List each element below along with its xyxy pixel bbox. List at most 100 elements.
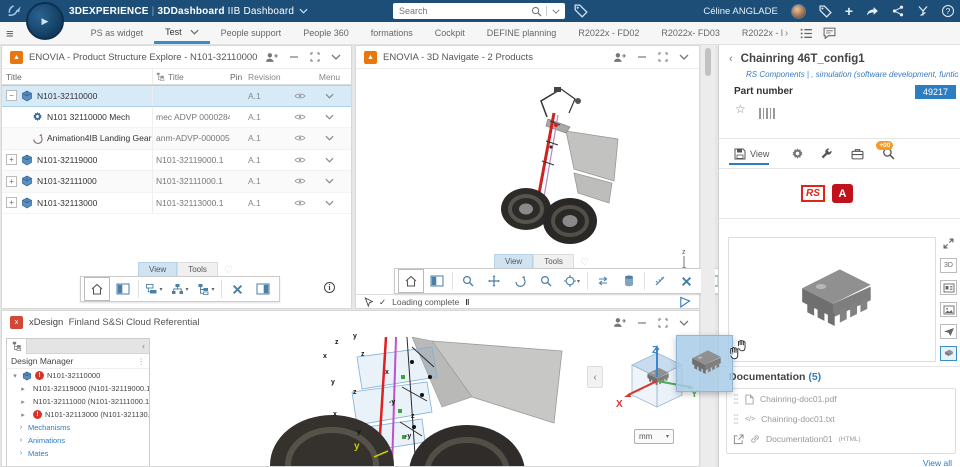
user-avatar[interactable] (790, 3, 806, 19)
tree-expanded-icon[interactable]: ▾ (11, 372, 19, 380)
search-tag-icon[interactable] (574, 4, 588, 18)
units-dropdown[interactable]: mm ▾ (634, 429, 674, 444)
flag-play-icon[interactable] (679, 296, 691, 308)
iso-view-button[interactable]: ▾ (559, 269, 585, 293)
tab-r2022x-fd03[interactable]: R2022x- FD03 (650, 22, 731, 44)
home-view-button[interactable] (84, 277, 110, 301)
chat-icon[interactable] (823, 27, 836, 39)
part-number-badge[interactable]: 49217 (914, 85, 956, 99)
tab-cockpit[interactable]: Cockpit (424, 22, 476, 44)
tree-item[interactable]: ▸ ! N101-32113000 (N101-321130... (7, 408, 149, 421)
favorite-heart-icon[interactable]: ♡ (224, 265, 233, 276)
eye-icon[interactable] (294, 177, 306, 185)
xdesign-3d-model[interactable]: y (262, 337, 592, 467)
share-user-icon[interactable] (613, 52, 626, 63)
drag-grip-icon[interactable] (733, 413, 739, 425)
allied-logo[interactable]: A (832, 184, 853, 203)
eye-icon[interactable] (294, 156, 306, 164)
col-title[interactable]: Title (2, 72, 152, 82)
tab-define-planning[interactable]: DEFINE planning (476, 22, 568, 44)
minimize-icon[interactable] (637, 318, 647, 328)
favorite-heart-icon[interactable]: ♡ (580, 257, 589, 268)
tree-horizontal-button[interactable]: ▾ (193, 277, 219, 301)
panel-menu-chevron-icon[interactable] (331, 54, 341, 60)
minimize-icon[interactable] (637, 52, 647, 62)
close-tool-button[interactable] (224, 277, 250, 301)
measure-button[interactable] (647, 269, 673, 293)
expand-structure-button[interactable]: ▾ (141, 277, 167, 301)
nav-tools-tab[interactable]: Tools (533, 254, 574, 268)
drag-grip-icon[interactable] (733, 393, 739, 405)
chip-3d-model[interactable] (773, 254, 893, 350)
col-pin[interactable]: Pin (230, 72, 248, 82)
tree-section-mates[interactable]: › Mates (7, 447, 149, 460)
table-row[interactable]: + N101-32111000 N101-32111000.1 A.1 (2, 171, 351, 193)
search-icon[interactable] (531, 6, 542, 17)
scrollbar-thumb[interactable] (705, 48, 711, 76)
col-title2[interactable]: Title (152, 69, 230, 84)
pause-icon[interactable]: ‖ (465, 297, 470, 307)
3dswym-icon[interactable] (917, 5, 929, 17)
panel-menu-chevron-icon[interactable] (679, 54, 689, 60)
image-view-button[interactable] (940, 302, 957, 317)
user-name[interactable]: Céline ANGLADE (703, 6, 777, 17)
fullscreen-icon[interactable] (943, 238, 954, 249)
kebab-menu-icon[interactable]: ⋮ (138, 357, 146, 366)
tab-people-360[interactable]: People 360 (292, 22, 360, 44)
tab-test[interactable]: Test (154, 22, 210, 44)
maximize-icon[interactable] (658, 318, 668, 328)
row-collapse-toggle[interactable]: − (6, 90, 17, 102)
part-3d-viewer[interactable] (728, 237, 936, 362)
tag-icon[interactable] (819, 5, 832, 18)
drag-ghost-chip[interactable] (676, 335, 733, 392)
tab-search[interactable]: +00 (876, 141, 895, 160)
tree-item[interactable]: ▾ ! N101-32110000 (7, 369, 149, 382)
tab-settings-gear-icon[interactable] (791, 147, 804, 160)
table-row[interactable]: − N101-32110000 A.1 (2, 85, 351, 107)
panel-layout-button[interactable] (110, 277, 136, 301)
zoom-button[interactable] (455, 269, 481, 293)
landing-gear-3d-model[interactable] (466, 81, 656, 251)
external-link-icon[interactable] (733, 434, 744, 445)
tree-tab-icon[interactable] (7, 338, 27, 354)
panel-right-button[interactable] (250, 277, 276, 301)
row-expand-toggle[interactable]: + (6, 175, 17, 187)
search-bar[interactable] (393, 3, 565, 19)
table-row[interactable]: + N101-32113000 N101-32113000.1 A.1 (2, 192, 351, 214)
row-expand-toggle[interactable]: + (6, 197, 17, 209)
panel-layout-button[interactable] (424, 269, 450, 293)
3d-view-button[interactable]: 3D (940, 258, 957, 273)
back-icon[interactable]: ‹ (729, 53, 733, 65)
tab-people-support[interactable]: People support (210, 22, 293, 44)
pse-tools-tab[interactable]: Tools (177, 262, 218, 276)
pse-view-tab[interactable]: View (138, 262, 178, 276)
favorite-star-icon[interactable]: ☆ (735, 102, 746, 116)
rs-components-logo[interactable]: RS (801, 185, 825, 202)
col-menu[interactable]: Menu (314, 72, 345, 82)
hamburger-menu-icon[interactable]: ≡ (6, 26, 14, 41)
col-revision[interactable]: Revision (248, 72, 286, 82)
help-icon[interactable]: ? (942, 5, 954, 17)
tab-formations[interactable]: formations (360, 22, 424, 44)
doc-item-txt[interactable]: </> Chainring-doc01.txt (727, 409, 955, 429)
add-icon[interactable]: + (845, 4, 853, 18)
share-network-icon[interactable] (892, 5, 904, 17)
pan-button[interactable] (481, 269, 507, 293)
tree-item[interactable]: ▸ N101-32119000 (N101-32119000.1) (7, 382, 149, 395)
doc-item-html[interactable]: Documentation01 (HTML) (727, 429, 955, 449)
vertical-scrollbar-track[interactable] (701, 45, 715, 467)
tab-ps-as-widget[interactable]: PS as widget (80, 22, 155, 44)
table-row[interactable]: + N101-32119000 N101-32119000.1 A.1 (2, 149, 351, 171)
row-menu-chevron-icon[interactable] (325, 93, 334, 99)
tree-item[interactable]: ▸ N101-32111000 (N101-32111000.1) (7, 395, 149, 408)
datasheet-card-button[interactable] (940, 280, 957, 295)
rotate-button[interactable] (507, 269, 533, 293)
send-part-button[interactable] (940, 324, 957, 339)
view-all-link[interactable]: View all (923, 458, 952, 467)
collapse-tree-icon[interactable]: ‹ (142, 341, 145, 351)
eye-icon[interactable] (294, 134, 306, 142)
share-user-icon[interactable] (265, 52, 278, 63)
minimize-icon[interactable] (289, 52, 299, 62)
tree-collapsed-icon[interactable]: ▸ (19, 411, 27, 419)
eye-icon[interactable] (294, 113, 306, 121)
